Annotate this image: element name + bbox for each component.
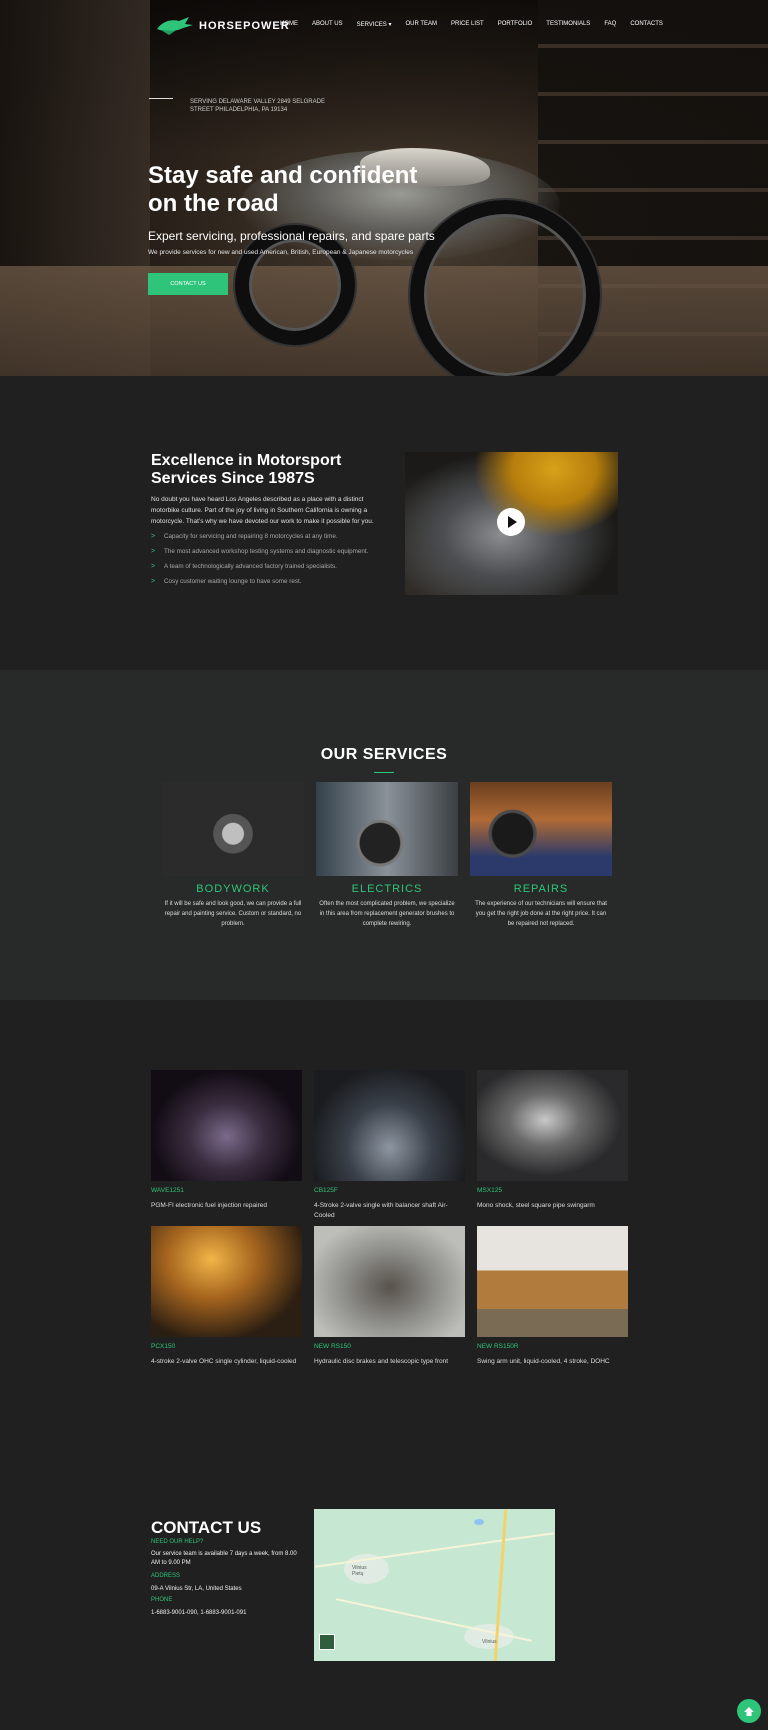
arrow-up-icon — [744, 1707, 754, 1716]
portfolio-image[interactable] — [314, 1070, 465, 1181]
contact-us-button[interactable]: CONTACT US — [148, 273, 228, 295]
nav-item-services[interactable]: SERVICES ▾ — [357, 21, 392, 28]
portfolio-item[interactable]: MSX125 Mono shock, steel square pipe swi… — [477, 1070, 628, 1211]
about-video-thumbnail[interactable] — [405, 452, 618, 595]
portfolio-item[interactable]: NEW RS150 Hydraulic disc brakes and tele… — [314, 1226, 465, 1367]
list-item: > A team of technologically advanced fact… — [151, 559, 368, 574]
chevron-right-icon: > — [151, 563, 156, 570]
hero-address: SERVING DELAWARE VALLEY 2849 SELGRADE ST… — [190, 99, 325, 113]
nav-item-about[interactable]: ABOUT US — [312, 21, 343, 28]
hero-section: HORSEPOWER HOME ABOUT US SERVICES ▾ OUR … — [0, 0, 768, 376]
service-name: BODYWORK — [196, 883, 270, 895]
feature-text: A team of technologically advanced facto… — [164, 563, 337, 570]
service-image-repairs — [470, 782, 612, 876]
phone-value: 1-6883-9001-090, 1-6883-9001-091 — [151, 1610, 247, 1616]
chevron-right-icon: > — [151, 548, 156, 555]
chevron-right-icon: > — [151, 533, 156, 540]
map-road — [335, 1598, 533, 1642]
nav-item-testimonials[interactable]: TESTIMONIALS — [546, 21, 590, 28]
portfolio-description: Mono shock, steel square pipe swingarm — [477, 1202, 595, 1209]
feature-text: Cosy customer waiting lounge to have som… — [164, 578, 302, 585]
service-card-electrics[interactable]: ELECTRICS Often the most complicated pro… — [316, 782, 458, 929]
services-title-underline — [374, 772, 394, 773]
phone-label: PHONE — [151, 1597, 173, 1603]
nav-item-contacts[interactable]: CONTACTS — [630, 21, 663, 28]
services-title: OUR SERVICES — [320, 746, 448, 763]
map-road — [315, 1532, 554, 1568]
list-item: > Cosy customer waiting lounge to have so… — [151, 574, 368, 589]
map-town-label: Vilnius — [482, 1639, 497, 1645]
nav-item-home[interactable]: HOME — [280, 21, 298, 28]
portfolio-item[interactable]: CB125F 4-Stroke 2-valve single with bala… — [314, 1070, 465, 1221]
about-title: Excellence in Motorsport Services Since … — [151, 452, 342, 487]
about-text: No doubt you have heard Los Angeles desc… — [151, 496, 374, 525]
about-feature-list: > Capacity for servicing and repairing 8 … — [151, 529, 368, 589]
portfolio-image[interactable] — [151, 1226, 302, 1337]
hero-divider — [149, 98, 173, 99]
main-navigation: HORSEPOWER HOME ABOUT US SERVICES ▾ OUR … — [0, 0, 768, 52]
portfolio-description: 4-stroke 2-valve OHC single cylinder, li… — [151, 1358, 297, 1365]
nav-item-price-list[interactable]: PRICE LIST — [451, 21, 484, 28]
portfolio-description: 4-Stroke 2-valve single with balancer sh… — [314, 1202, 448, 1219]
nav-item-portfolio[interactable]: PORTFOLIO — [498, 21, 533, 28]
service-description: Often the most complicated problem, we s… — [319, 901, 455, 927]
portfolio-item[interactable]: NEW RS150R Swing arm unit, liquid-cooled… — [477, 1226, 628, 1367]
help-text: Our service team is available 7 days a w… — [151, 1551, 297, 1566]
portfolio-description: Swing arm unit, liquid-cooled, 4 stroke,… — [477, 1358, 610, 1365]
service-name: REPAIRS — [513, 883, 569, 895]
service-card-bodywork[interactable]: BODYWORK If it will be safe and look goo… — [162, 782, 304, 929]
portfolio-name[interactable]: MSX125 — [477, 1187, 628, 1194]
portfolio-name[interactable]: PCX150 — [151, 1343, 302, 1350]
hero-front-wheel — [235, 225, 355, 345]
brand-logo[interactable]: HORSEPOWER — [155, 15, 290, 37]
service-image-bodywork — [162, 782, 304, 876]
portfolio-image[interactable] — [151, 1070, 302, 1181]
service-description: The experience of our technicians will e… — [475, 901, 607, 927]
map-lake — [474, 1519, 484, 1525]
services-section: OUR SERVICES BODYWORK If it will be safe… — [0, 670, 768, 1000]
service-image-electrics — [316, 782, 458, 876]
portfolio-item[interactable]: PCX150 4-stroke 2-valve OHC single cylin… — [151, 1226, 302, 1367]
contact-section: CONTACT US NEED OUR HELP? Our service te… — [0, 1430, 768, 1730]
service-description: If it will be safe and look good, we can… — [164, 901, 302, 927]
list-item: > Capacity for servicing and repairing 8 … — [151, 529, 368, 544]
nav-item-team[interactable]: OUR TEAM — [405, 21, 437, 28]
portfolio-section: WAVE1251 PGM-FI electronic fuel injectio… — [0, 1000, 768, 1430]
hero-background-floor — [0, 266, 768, 376]
hero-description: We provide services for new and used Ame… — [148, 249, 414, 256]
nav-menu: HOME ABOUT US SERVICES ▾ OUR TEAM PRICE … — [280, 21, 677, 28]
hero-rear-wheel — [410, 200, 600, 376]
location-map[interactable]: Vilnius Pietų Vilnius — [314, 1509, 555, 1661]
horse-logo-icon — [157, 17, 193, 35]
address-value: 09-A Vilnius Str, LA, United States — [151, 1586, 242, 1592]
hero-title: Stay safe and confident on the road — [148, 162, 418, 217]
help-label: NEED OUR HELP? — [151, 1539, 204, 1545]
portfolio-description: Hydraulic disc brakes and telescopic typ… — [314, 1358, 449, 1365]
list-item: > The most advanced workshop testing syst… — [151, 544, 368, 559]
map-satellite-toggle[interactable] — [319, 1634, 335, 1650]
nav-item-faq[interactable]: FAQ — [604, 21, 616, 28]
portfolio-item[interactable]: WAVE1251 PGM-FI electronic fuel injectio… — [151, 1070, 302, 1211]
about-section: Excellence in Motorsport Services Since … — [0, 376, 768, 670]
service-card-repairs[interactable]: REPAIRS The experience of our technician… — [470, 782, 612, 929]
play-icon[interactable] — [497, 508, 525, 536]
portfolio-name[interactable]: WAVE1251 — [151, 1187, 302, 1194]
hero-subtitle: Expert servicing, professional repairs, … — [148, 229, 435, 243]
feature-text: The most advanced workshop testing syste… — [164, 548, 369, 555]
portfolio-image[interactable] — [314, 1226, 465, 1337]
back-to-top-button[interactable] — [737, 1699, 761, 1723]
address-label: ADDRESS — [151, 1573, 181, 1579]
contact-title: CONTACT US — [151, 1518, 262, 1537]
chevron-right-icon: > — [151, 578, 156, 585]
portfolio-name[interactable]: NEW RS150 — [314, 1343, 465, 1350]
portfolio-name[interactable]: NEW RS150R — [477, 1343, 628, 1350]
portfolio-name[interactable]: CB125F — [314, 1187, 465, 1194]
feature-text: Capacity for servicing and repairing 8 m… — [164, 533, 338, 540]
brand-name: HORSEPOWER — [199, 20, 290, 32]
portfolio-description: PGM-FI electronic fuel injection repaire… — [151, 1202, 267, 1209]
portfolio-image[interactable] — [477, 1070, 628, 1181]
service-name: ELECTRICS — [351, 883, 423, 895]
map-town-label: Pietų — [352, 1571, 364, 1577]
portfolio-image[interactable] — [477, 1226, 628, 1337]
